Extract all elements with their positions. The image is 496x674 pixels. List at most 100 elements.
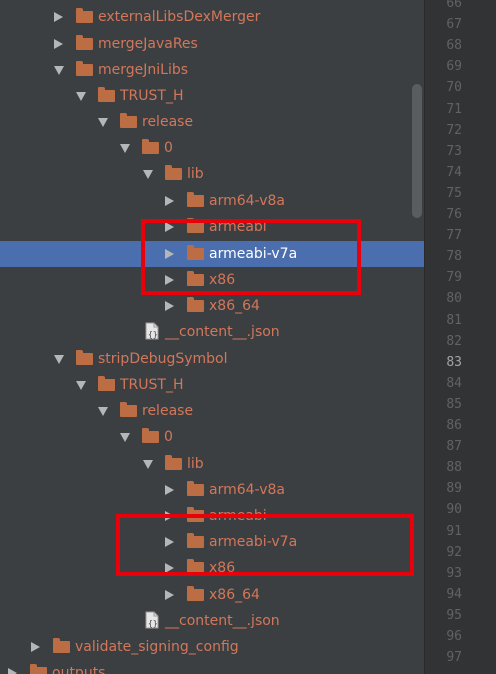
chevron-down-icon[interactable]: [76, 92, 86, 101]
chevron-down-icon[interactable]: [120, 433, 130, 442]
tree-row[interactable]: TRUST_H: [0, 372, 424, 398]
folder-icon: [165, 165, 182, 180]
line-number: 89: [446, 481, 462, 497]
chevron-down-icon[interactable]: [98, 118, 108, 127]
line-number: 69: [446, 59, 462, 75]
folder-icon: [76, 350, 93, 365]
line-number: 96: [446, 629, 462, 644]
tree-row[interactable]: lib: [0, 451, 424, 477]
line-number: 88: [446, 460, 462, 476]
tree-row[interactable]: mergeJniLibs: [0, 57, 424, 83]
tree-row[interactable]: {} __content__.json: [0, 319, 424, 345]
tree-row[interactable]: outputs: [0, 660, 424, 674]
folder-icon: [76, 35, 93, 50]
tree-row[interactable]: arm64-v8a: [0, 188, 424, 214]
folder-icon: [187, 586, 204, 601]
tree-row-label: x86_64: [209, 298, 260, 314]
line-number: 86: [446, 418, 462, 433]
line-number: 94: [446, 586, 462, 602]
tree-row[interactable]: lib: [0, 161, 424, 187]
tree-row[interactable]: {} __content__.json: [0, 608, 424, 634]
chevron-right-icon[interactable]: [165, 590, 174, 600]
svg-text:{}: {}: [148, 619, 158, 628]
tree-row-label: release: [142, 114, 194, 130]
json-file-icon: {}: [145, 322, 159, 340]
tree-row-label: 0: [164, 140, 173, 156]
tree-row-label: TRUST_H: [120, 88, 184, 104]
tree-row-label: arm64-v8a: [209, 482, 285, 498]
tree-row[interactable]: TRUST_H: [0, 83, 424, 109]
line-number: 76: [446, 207, 462, 222]
svg-text:{}: {}: [148, 330, 158, 339]
chevron-right-icon[interactable]: [165, 196, 174, 206]
folder-icon: [142, 428, 159, 443]
tree-row[interactable]: x86_64: [0, 582, 424, 608]
tree-row[interactable]: externalLibsDexMerger: [0, 4, 424, 30]
line-number: 83: [446, 354, 462, 370]
tree-row-label: stripDebugSymbol: [98, 351, 228, 367]
folder-icon: [187, 481, 204, 496]
line-number: 79: [446, 270, 462, 286]
line-number: 72: [446, 122, 462, 138]
line-number: 85: [446, 396, 462, 412]
tree-row[interactable]: arm64-v8a: [0, 477, 424, 503]
tree-row[interactable]: release: [0, 398, 424, 424]
line-number: 90: [446, 502, 462, 518]
folder-icon: [30, 664, 47, 674]
highlight-box-stripdebugsymbol: [116, 514, 414, 576]
chevron-down-icon[interactable]: [120, 144, 130, 153]
line-number-gutter: 66 67 68 69 70 71 72 73 74 75 76 77 78 79 80 81 82 83 84 85…: [425, 0, 496, 674]
tree-row-label: outputs: [52, 665, 106, 674]
line-number: 82: [446, 333, 462, 349]
tree-row-label: arm64-v8a: [209, 193, 285, 209]
chevron-down-icon[interactable]: [54, 66, 64, 75]
line-number: 91: [446, 523, 462, 539]
tree-row-label: lib: [187, 456, 204, 472]
folder-icon: [187, 192, 204, 207]
folder-icon: [76, 8, 93, 23]
tree-scrollbar-thumb[interactable]: [412, 84, 422, 218]
chevron-right-icon[interactable]: [8, 668, 17, 674]
line-number: 66: [446, 0, 462, 11]
line-number: 71: [446, 101, 462, 117]
folder-icon: [53, 638, 70, 653]
line-number: 80: [446, 291, 462, 307]
chevron-right-icon[interactable]: [31, 642, 40, 652]
tree-row-label: x86_64: [209, 587, 260, 603]
highlight-box-mergejnilibs: [141, 219, 361, 295]
line-number: 78: [446, 249, 462, 265]
tree-row-label: mergeJavaRes: [98, 36, 198, 52]
tree-row[interactable]: stripDebugSymbol: [0, 346, 424, 372]
chevron-down-icon[interactable]: [98, 407, 108, 416]
line-number: 75: [446, 185, 462, 201]
tree-row-label: __content__.json: [165, 613, 280, 629]
chevron-down-icon[interactable]: [76, 381, 86, 390]
tree-row[interactable]: 0: [0, 424, 424, 450]
ide-window: externalLibsDexMerger mergeJavaRes mergeJn…: [0, 0, 496, 674]
chevron-down-icon[interactable]: [143, 460, 153, 469]
line-number: 70: [446, 80, 462, 96]
line-number: 67: [446, 17, 462, 33]
chevron-right-icon[interactable]: [165, 485, 174, 495]
folder-icon: [120, 113, 137, 128]
tree-row-label: validate_signing_config: [75, 639, 239, 655]
folder-icon: [165, 455, 182, 470]
tree-row-label: TRUST_H: [120, 377, 184, 393]
chevron-right-icon[interactable]: [54, 39, 63, 49]
json-file-icon: {}: [145, 611, 159, 629]
chevron-down-icon[interactable]: [54, 355, 64, 364]
tree-row-label: release: [142, 403, 194, 419]
line-number: 73: [446, 143, 462, 159]
tree-row[interactable]: release: [0, 109, 424, 135]
tree-row[interactable]: validate_signing_config: [0, 634, 424, 660]
line-number: 93: [446, 565, 462, 581]
chevron-right-icon[interactable]: [54, 12, 63, 22]
line-number: 92: [446, 544, 462, 560]
tree-row[interactable]: x86_64: [0, 293, 424, 319]
tree-row[interactable]: 0: [0, 135, 424, 161]
chevron-down-icon[interactable]: [143, 170, 153, 179]
line-number: 68: [446, 38, 462, 54]
chevron-right-icon[interactable]: [165, 301, 174, 311]
tree-row[interactable]: mergeJavaRes: [0, 31, 424, 57]
folder-icon: [76, 61, 93, 76]
